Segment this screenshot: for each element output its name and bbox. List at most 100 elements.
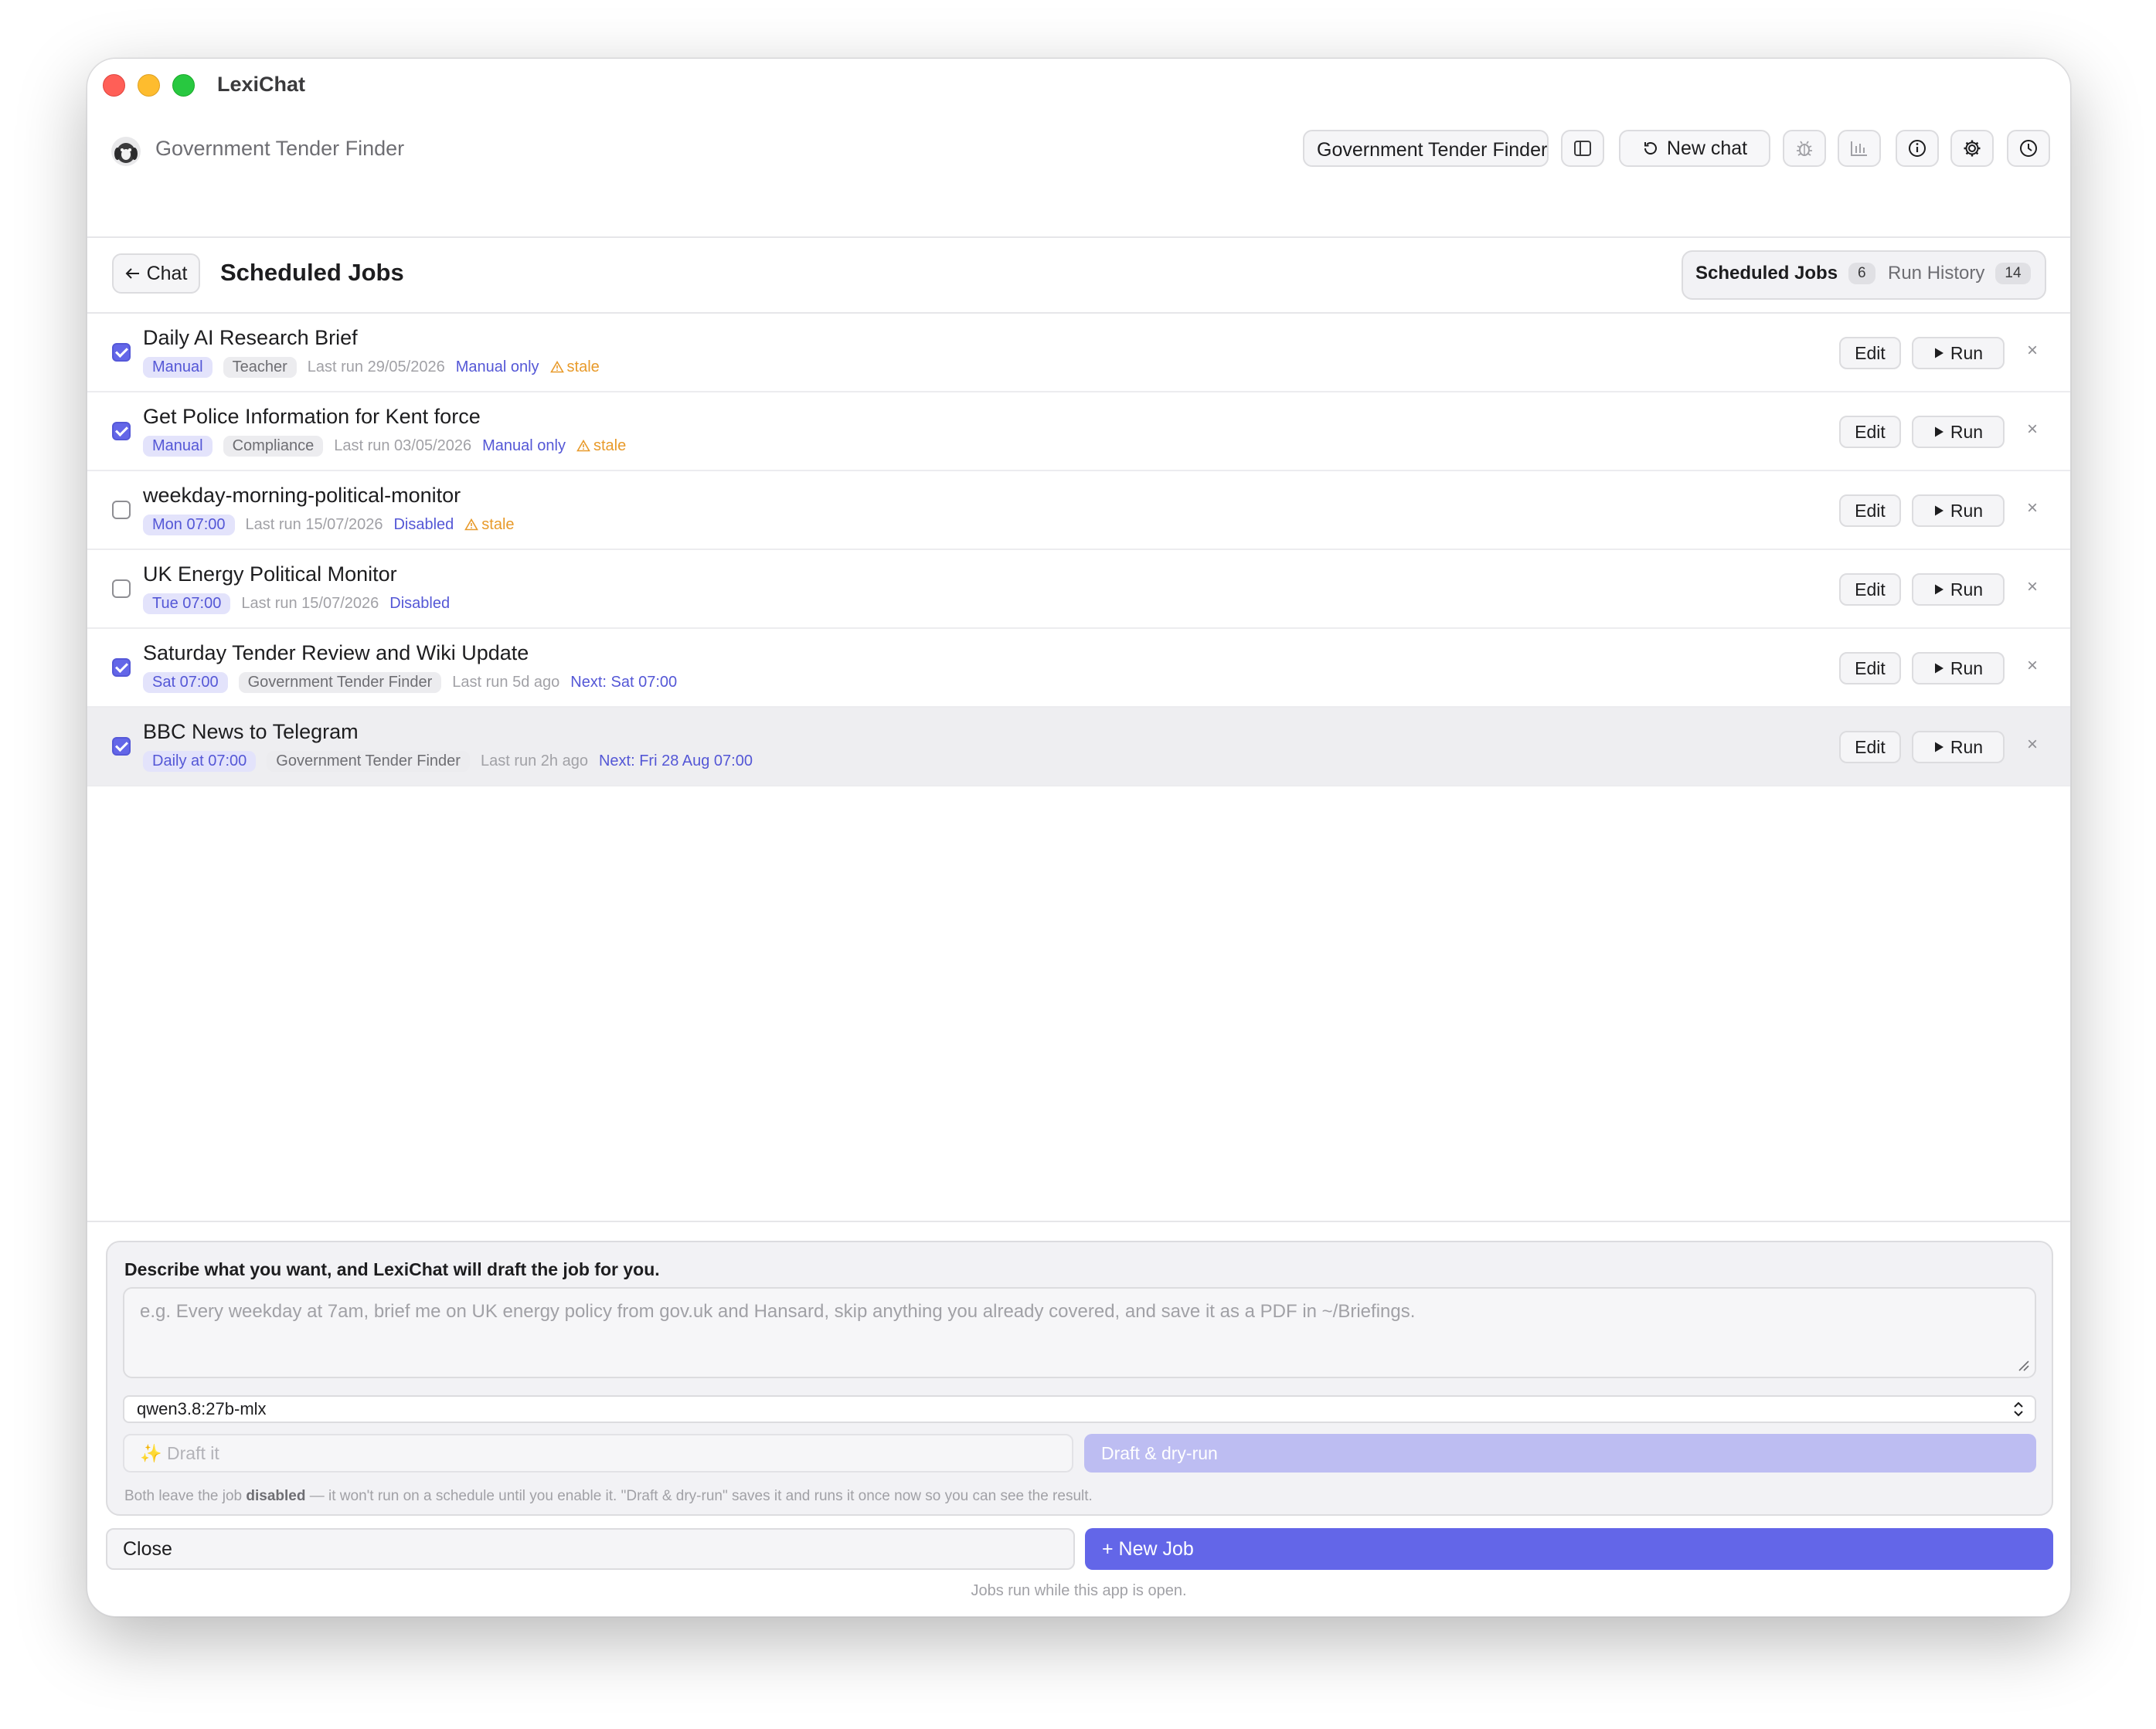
run-label: Run (1950, 736, 1984, 757)
job-row[interactable]: BBC News to Telegram Daily at 07:00 Govern… (87, 708, 2070, 786)
new-chat-button[interactable]: New chat (1619, 130, 1770, 167)
status-text: Disabled (393, 516, 454, 533)
minimize-window-button[interactable] (138, 74, 160, 97)
jobs-list: Daily AI Research Brief Manual Teacher Last… (87, 314, 2070, 786)
run-job-button[interactable]: Run (1912, 416, 2005, 448)
job-enabled-checkbox[interactable] (112, 658, 131, 677)
job-name: UK Energy Political Monitor (143, 562, 397, 586)
model-select[interactable]: qwen3.8:27b-mlx (123, 1395, 2036, 1423)
schedule-badge: Manual (143, 357, 213, 378)
job-description-textarea[interactable]: e.g. Every weekday at 7am, brief me on U… (123, 1287, 2036, 1378)
job-row[interactable]: weekday-morning-political-monitor Mon 07:… (87, 471, 2070, 550)
delete-job-button[interactable]: × (2027, 655, 2038, 677)
app-title: LexiChat (217, 73, 306, 96)
job-enabled-checkbox[interactable] (112, 579, 131, 598)
tab-run-history[interactable]: Run History 14 (1888, 263, 2031, 284)
last-run-text: Last run 5d ago (452, 674, 560, 691)
run-job-button[interactable]: Run (1912, 494, 2005, 527)
run-label: Run (1950, 657, 1984, 678)
tab-label: Run History (1888, 263, 1985, 284)
stats-button[interactable] (1838, 130, 1881, 167)
count-badge: 6 (1848, 263, 1875, 284)
textarea-placeholder: e.g. Every weekday at 7am, brief me on U… (140, 1301, 1416, 1322)
delete-job-button[interactable]: × (2027, 576, 2038, 598)
play-icon (1934, 426, 1943, 437)
job-name: Get Police Information for Kent force (143, 405, 481, 428)
job-enabled-checkbox[interactable] (112, 737, 131, 756)
category-badge: Government Tender Finder (238, 672, 442, 693)
run-job-button[interactable]: Run (1912, 337, 2005, 369)
edit-job-button[interactable]: Edit (1839, 573, 1901, 606)
job-row[interactable]: Saturday Tender Review and Wiki Update Sa… (87, 629, 2070, 708)
avatar (111, 137, 141, 166)
info-button[interactable] (1896, 130, 1939, 167)
job-row[interactable]: Daily AI Research Brief Manual Teacher Last… (87, 314, 2070, 392)
close-button[interactable]: Close (106, 1528, 1075, 1570)
sidebar-toggle-icon (1574, 141, 1591, 156)
schedule-badge: Sat 07:00 (143, 672, 228, 693)
tab-scheduled-jobs[interactable]: Scheduled Jobs 6 (1695, 263, 1875, 284)
schedule-button[interactable] (2007, 130, 2050, 167)
back-label: Chat (146, 262, 188, 284)
settings-button[interactable] (1950, 130, 1994, 167)
new-job-button[interactable]: + New Job (1085, 1528, 2053, 1570)
play-icon (1934, 505, 1943, 516)
delete-job-button[interactable]: × (2027, 340, 2038, 362)
delete-job-button[interactable]: × (2027, 419, 2038, 440)
category-badge: Compliance (223, 436, 324, 457)
edit-job-button[interactable]: Edit (1839, 337, 1901, 369)
job-row[interactable]: UK Energy Political Monitor Tue 07:00 Last… (87, 550, 2070, 629)
back-to-chat-button[interactable]: Chat (112, 253, 200, 294)
chat-header: Government Tender Finder Government Tend… (87, 121, 2070, 238)
job-enabled-checkbox[interactable] (112, 422, 131, 440)
draft-panel: Describe what you want, and LexiChat wil… (106, 1241, 2053, 1516)
edit-job-button[interactable]: Edit (1839, 494, 1901, 527)
job-meta: Daily at 07:00 Government Tender Finder La… (143, 751, 753, 772)
job-row[interactable]: Get Police Information for Kent force Man… (87, 392, 2070, 471)
gear-icon (1964, 140, 1981, 157)
job-enabled-checkbox[interactable] (112, 343, 131, 362)
job-name: Daily AI Research Brief (143, 326, 358, 349)
hint-text: — it won't run on a schedule until you e… (305, 1488, 1093, 1504)
job-name: Saturday Tender Review and Wiki Update (143, 641, 529, 664)
draft-it-button[interactable]: ✨ Draft it (123, 1434, 1073, 1473)
last-run-text: Last run 15/07/2026 (245, 516, 383, 533)
draft-label: Describe what you want, and LexiChat wil… (124, 1259, 660, 1279)
run-job-button[interactable]: Run (1912, 573, 2005, 606)
new-chat-label: New chat (1666, 137, 1748, 159)
tab-label: Scheduled Jobs (1695, 263, 1838, 284)
job-meta: Sat 07:00 Government Tender Finder Last ru… (143, 672, 677, 693)
stale-indicator: stale (464, 516, 515, 534)
close-window-button[interactable] (103, 74, 125, 97)
job-enabled-checkbox[interactable] (112, 501, 131, 519)
last-run-text: Last run 15/07/2026 (241, 595, 379, 612)
zoom-window-button[interactable] (172, 74, 195, 97)
run-job-button[interactable]: Run (1912, 652, 2005, 684)
play-icon (1934, 742, 1943, 752)
schedule-badge: Daily at 07:00 (143, 751, 257, 772)
status-text: Disabled (389, 595, 451, 612)
project-select[interactable]: Government Tender Finder (1303, 130, 1549, 167)
run-label: Run (1950, 579, 1984, 600)
count-badge: 14 (1995, 263, 2031, 284)
status-text: Next: Fri 28 Aug 07:00 (598, 752, 753, 769)
job-meta: Tue 07:00 Last run 15/07/2026 Disabled (143, 593, 450, 614)
delete-job-button[interactable]: × (2027, 734, 2038, 756)
category-badge: Government Tender Finder (267, 751, 470, 772)
warning-icon (464, 518, 479, 531)
edit-job-button[interactable]: Edit (1839, 731, 1901, 763)
category-badge: Teacher (223, 357, 297, 378)
chart-icon (1851, 141, 1867, 156)
footer-note: Jobs run while this app is open. (971, 1582, 1187, 1599)
edit-job-button[interactable]: Edit (1839, 652, 1901, 684)
sidebar-toggle-button[interactable] (1561, 130, 1604, 167)
edit-job-button[interactable]: Edit (1839, 416, 1901, 448)
divider (87, 1221, 2070, 1222)
job-meta: Mon 07:00 Last run 15/07/2026 Disabled stal… (143, 515, 515, 535)
delete-job-button[interactable]: × (2027, 498, 2038, 519)
run-job-button[interactable]: Run (1912, 731, 2005, 763)
play-icon (1934, 663, 1943, 674)
draft-dry-run-button[interactable]: Draft & dry-run (1084, 1434, 2036, 1473)
debug-button[interactable] (1783, 130, 1826, 167)
resize-grip-icon[interactable] (2016, 1358, 2030, 1372)
